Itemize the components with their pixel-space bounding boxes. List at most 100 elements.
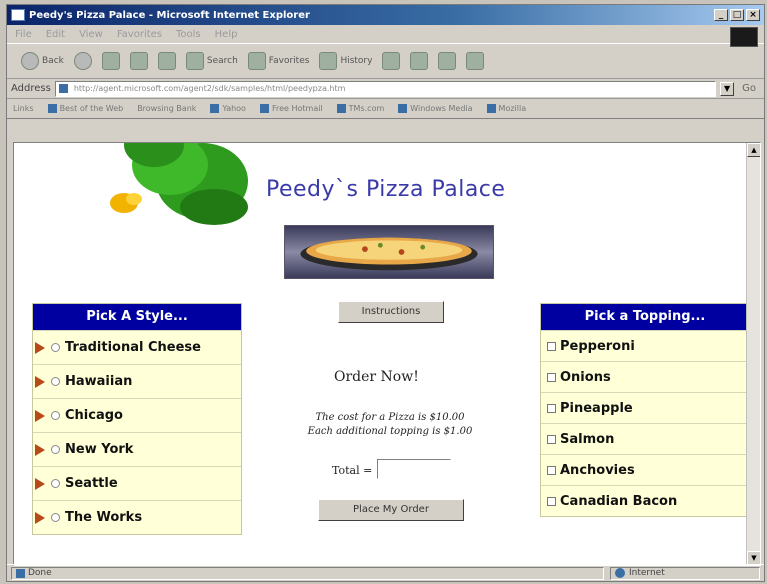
link-item[interactable]: Free Hotmail (259, 104, 323, 113)
forward-button[interactable] (73, 52, 92, 70)
topping-option[interactable]: Anchovies (541, 454, 749, 485)
status-text-area: Done (11, 566, 604, 580)
style-option[interactable]: Hawaiian (33, 364, 241, 398)
go-button[interactable]: Go (738, 83, 760, 94)
history-button[interactable]: History (319, 52, 372, 70)
link-page-icon (486, 104, 496, 113)
total-field[interactable] (377, 459, 451, 479)
style-option[interactable]: The Works (33, 500, 241, 534)
forward-arrow-icon (73, 52, 92, 70)
menu-favorites[interactable]: Favorites (117, 29, 162, 40)
discuss-icon (466, 52, 485, 70)
place-order-button[interactable]: Place My Order (318, 499, 464, 521)
pizza-cost-text: The cost for a Pizza is $10.00 (315, 412, 465, 423)
link-item[interactable]: Browsing Bank (137, 104, 196, 113)
topping-option[interactable]: Pepperoni (541, 330, 749, 361)
checkbox[interactable] (547, 403, 556, 413)
status-bar: Done Internet (7, 564, 764, 581)
total-label: Total = (332, 464, 373, 477)
style-option[interactable]: Traditional Cheese (33, 330, 241, 364)
parrot-logo (110, 143, 248, 225)
status-text: Done (28, 568, 52, 578)
style-option[interactable]: Seattle (33, 466, 241, 500)
radio-button[interactable] (51, 377, 60, 386)
links-label: Links (13, 104, 34, 113)
radio-button[interactable] (51, 343, 60, 352)
page-content: Peedy`s Pizza Palace Pick A Style... Tra… (13, 142, 761, 566)
radio-button[interactable] (51, 513, 60, 522)
scroll-down-icon[interactable]: ▼ (747, 551, 760, 565)
history-icon (319, 52, 338, 70)
topping-option[interactable]: Pineapple (541, 392, 749, 423)
vertical-scrollbar[interactable]: ▲ ▼ (746, 143, 760, 565)
page-title: Peedy`s Pizza Palace (266, 177, 506, 202)
edit-button[interactable] (438, 52, 457, 70)
topping-option[interactable]: Onions (541, 361, 749, 392)
checkbox[interactable] (547, 341, 556, 351)
topping-cost-text: Each additional topping is $1.00 (307, 426, 473, 437)
style-option[interactable]: New York (33, 432, 241, 466)
address-bar: Address http://agent.microsoft.com/agent… (7, 79, 764, 99)
toolbar: Back Search Favorites History (7, 43, 764, 79)
address-dropdown-button[interactable]: ▼ (720, 81, 735, 96)
minimize-button[interactable]: _ (714, 9, 728, 21)
radio-button[interactable] (51, 479, 60, 488)
pricing-info: The cost for a Pizza is $10.00 Each addi… (292, 411, 488, 439)
link-page-icon (47, 104, 57, 113)
link-item[interactable]: TMs.com (336, 104, 384, 113)
link-page-icon (210, 104, 220, 113)
radio-button[interactable] (51, 411, 60, 420)
instructions-button[interactable]: Instructions (338, 301, 444, 323)
back-arrow-icon (21, 52, 39, 70)
menu-file[interactable]: File (15, 29, 32, 40)
security-zone: Internet (610, 566, 760, 580)
topping-option[interactable]: Salmon (541, 423, 749, 454)
refresh-button[interactable] (129, 52, 148, 70)
address-url: http://agent.microsoft.com/agent2/sdk/sa… (73, 84, 346, 93)
radio-button[interactable] (51, 445, 60, 454)
edit-icon (438, 52, 457, 70)
mail-button[interactable] (382, 52, 401, 70)
topping-panel-heading: Pick a Topping... (541, 304, 749, 330)
links-bar: Links Best of the Web Browsing Bank Yaho… (7, 99, 764, 119)
globe-icon (615, 568, 625, 578)
menu-tools[interactable]: Tools (176, 29, 201, 40)
pointer-arrow-icon (35, 409, 45, 422)
pizza-image (284, 225, 494, 279)
stop-button[interactable] (101, 52, 120, 70)
maximize-button[interactable]: □ (730, 9, 744, 21)
home-button[interactable] (157, 52, 176, 70)
link-page-icon (259, 104, 269, 113)
style-option[interactable]: Chicago (33, 398, 241, 432)
checkbox[interactable] (547, 465, 556, 475)
browser-window: Peedy's Pizza Palace - Microsoft Interne… (6, 4, 765, 582)
pointer-arrow-icon (35, 375, 45, 388)
menu-view[interactable]: View (79, 29, 103, 40)
checkbox[interactable] (547, 372, 556, 382)
mail-icon (382, 52, 401, 70)
menu-edit[interactable]: Edit (46, 29, 65, 40)
back-button[interactable]: Back (21, 52, 64, 70)
home-icon (157, 52, 176, 70)
search-button[interactable]: Search (185, 52, 238, 70)
checkbox[interactable] (547, 434, 556, 444)
print-button[interactable] (410, 52, 429, 70)
checkbox[interactable] (547, 496, 556, 506)
topping-option[interactable]: Canadian Bacon (541, 485, 749, 516)
topping-panel: Pick a Topping... Pepperoni Onions Pinea… (540, 303, 750, 517)
link-item[interactable]: Best of the Web (47, 104, 123, 113)
search-icon (185, 52, 204, 70)
address-input[interactable]: http://agent.microsoft.com/agent2/sdk/sa… (54, 80, 717, 97)
style-panel: Pick A Style... Traditional Cheese Hawai… (32, 303, 242, 535)
scroll-up-icon[interactable]: ▲ (747, 143, 760, 157)
link-item[interactable]: Yahoo (210, 104, 246, 113)
close-button[interactable]: × (746, 9, 760, 21)
favorites-button[interactable]: Favorites (247, 52, 309, 70)
discuss-button[interactable] (466, 52, 485, 70)
link-item[interactable]: Mozilla (486, 104, 526, 113)
menu-help[interactable]: Help (215, 29, 238, 40)
link-page-icon (336, 104, 346, 113)
menu-bar: File Edit View Favorites Tools Help (7, 25, 764, 47)
pointer-arrow-icon (35, 511, 45, 524)
link-item[interactable]: Windows Media (398, 104, 473, 113)
